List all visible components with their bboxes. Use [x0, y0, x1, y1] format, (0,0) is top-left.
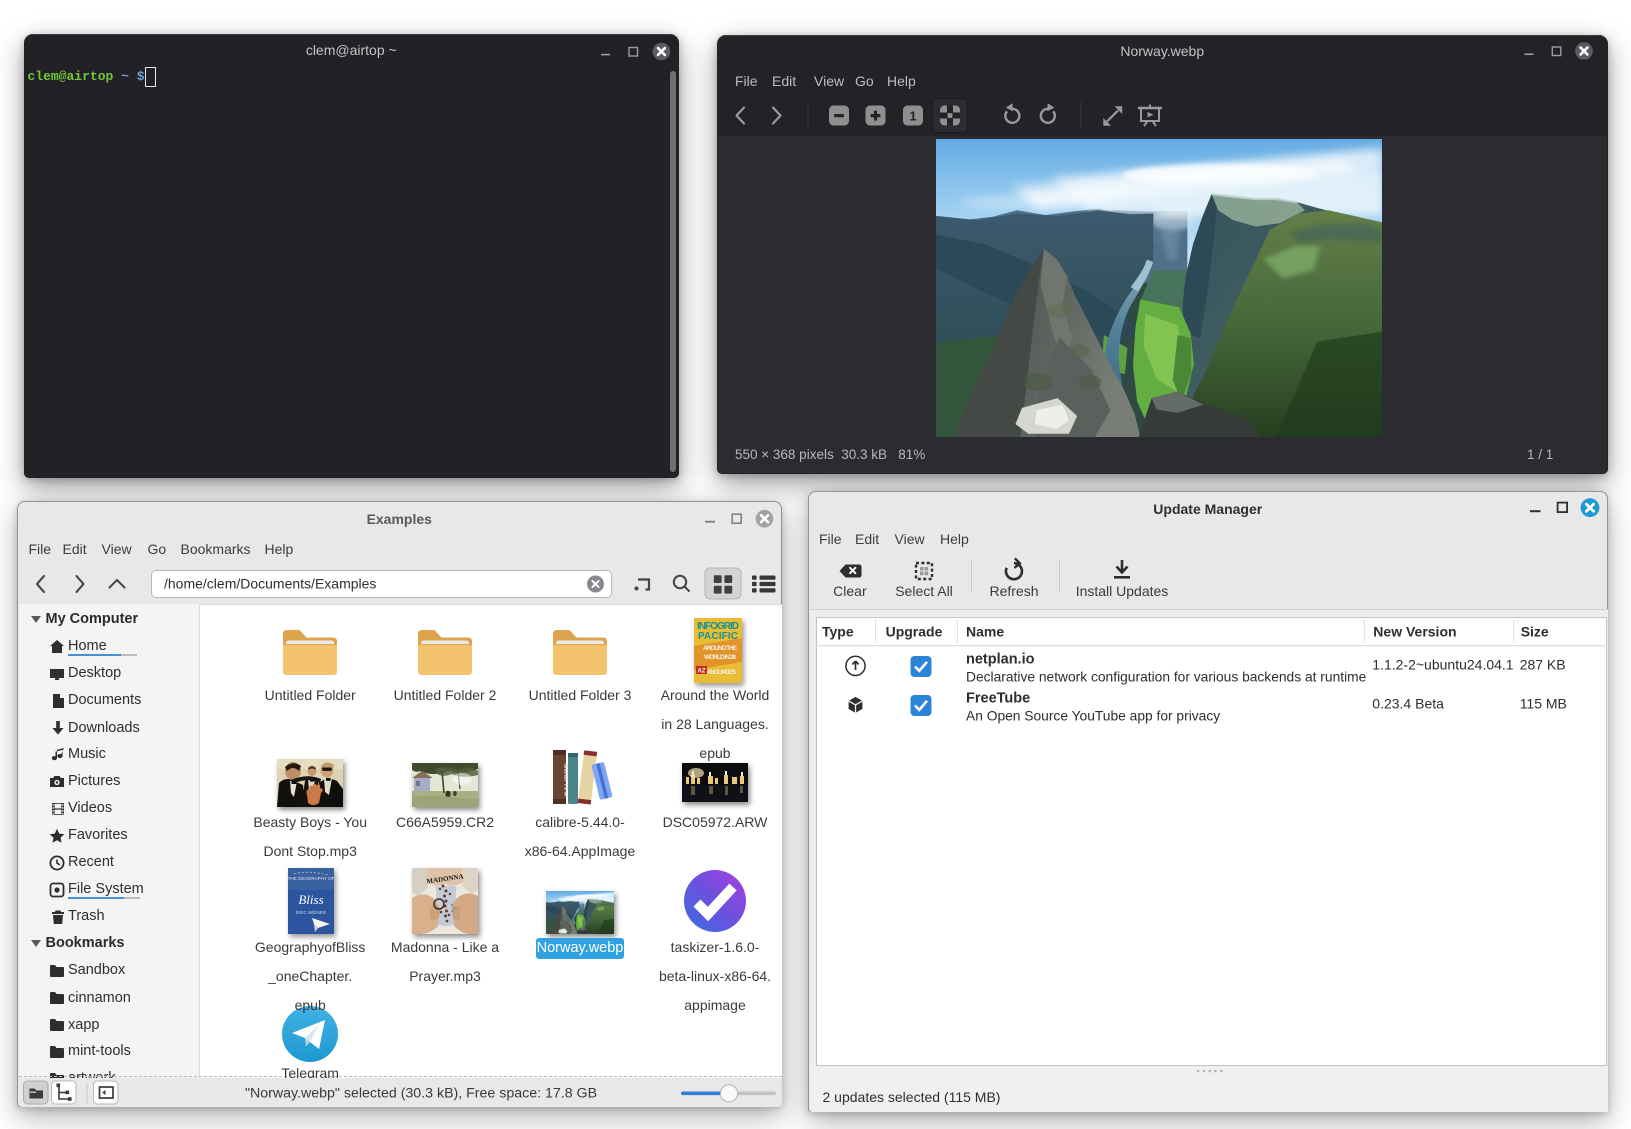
svg-text:115 MB: 115 MB [1520, 695, 1567, 711]
svg-text:Upgrade: Upgrade [886, 623, 943, 639]
svg-text:Size: Size [1521, 623, 1549, 639]
svg-text:LANGUAGES: LANGUAGES [704, 669, 737, 676]
svg-text:1.1.2-2~ubuntu24.04.1: 1.1.2-2~ubuntu24.04.1 [1372, 656, 1514, 672]
svg-text:1: 1 [909, 109, 916, 124]
svg-text:An Open Source YouTube app for: An Open Source YouTube app for privacy [966, 708, 1220, 723]
svg-text:PACIFIC: PACIFIC [698, 631, 738, 642]
svg-text:ERIC WEINER: ERIC WEINER [296, 910, 327, 915]
svg-text:FreeTube: FreeTube [966, 690, 1030, 706]
svg-text:/home/clem/Documents/Examples: /home/clem/Documents/Examples [164, 575, 376, 591]
svg-text:287 KB: 287 KB [1520, 656, 1566, 672]
svg-text:THE GEOGRAPHY OF: THE GEOGRAPHY OF [288, 876, 334, 881]
svg-text:Declarative network configurat: Declarative network configuration for va… [966, 669, 1367, 684]
svg-text:Bliss: Bliss [298, 892, 323, 907]
svg-text:WORLD IN 28: WORLD IN 28 [704, 654, 736, 661]
svg-text:"Norway.webp" selected (30.3 k: "Norway.webp" selected (30.3 kB), Free s… [245, 1086, 597, 1102]
svg-text:0.23.4 Beta: 0.23.4 Beta [1372, 695, 1444, 711]
svg-text:Name: Name [966, 623, 1004, 639]
svg-text:Type: Type [822, 623, 854, 639]
svg-text:AROUND THE: AROUND THE [703, 645, 738, 652]
svg-text:netplan.io: netplan.io [966, 651, 1035, 667]
svg-text:AZ: AZ [697, 668, 705, 674]
svg-text:New Version: New Version [1373, 623, 1456, 639]
